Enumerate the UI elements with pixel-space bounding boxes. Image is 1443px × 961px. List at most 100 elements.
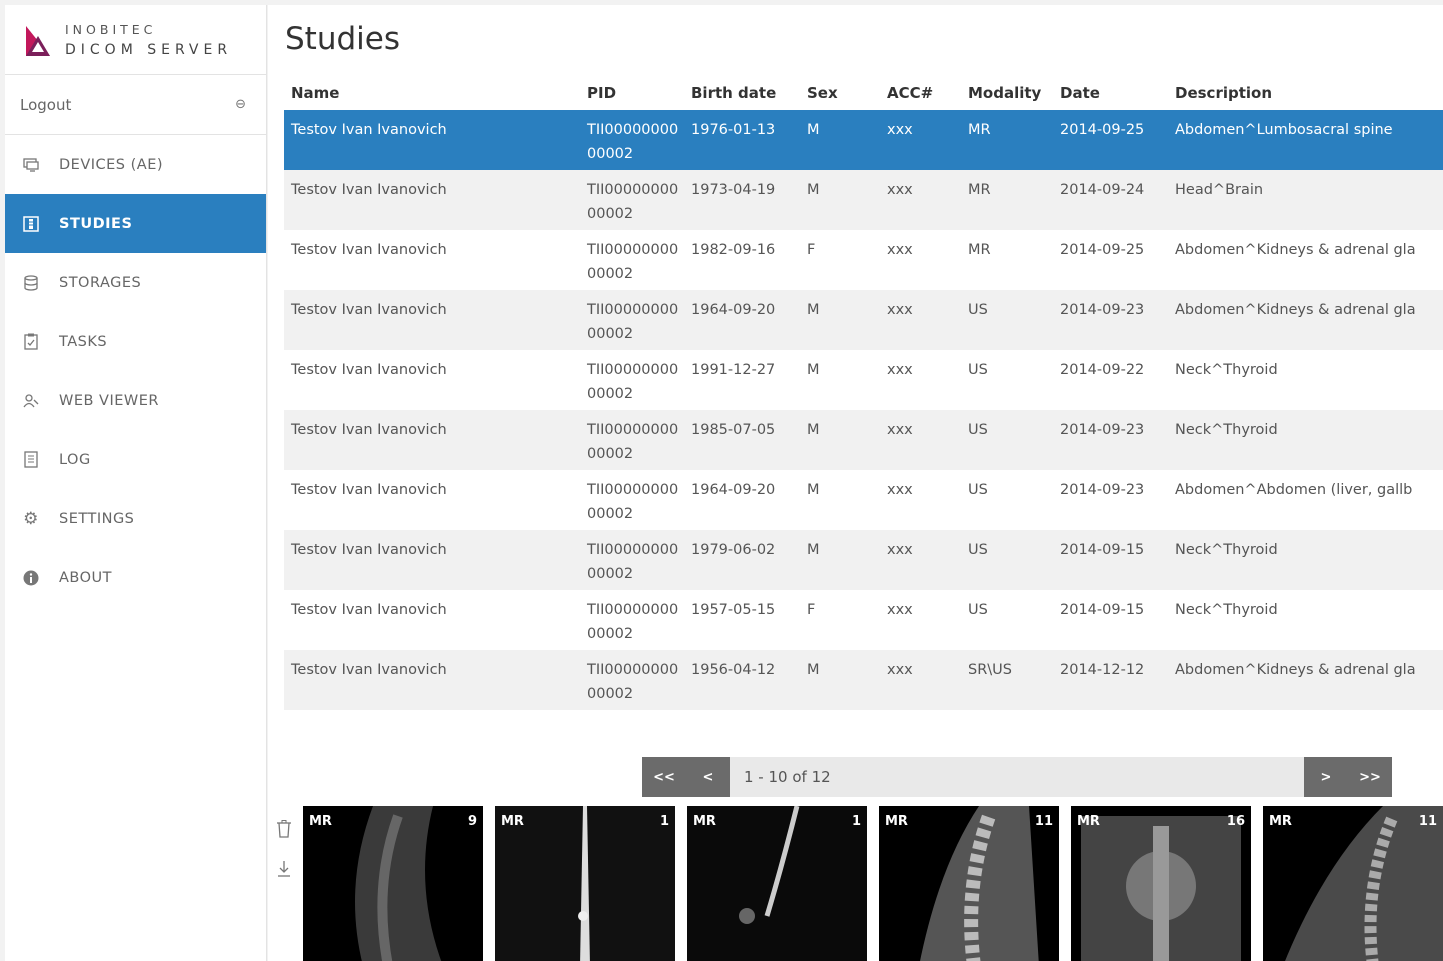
cell-birth-date: 1964-09-20	[684, 290, 800, 350]
table-row[interactable]: Testov Ivan Ivanovich TII0000000000002 197…	[284, 110, 1443, 170]
cell-birth-date: 1979-06-02	[684, 530, 800, 590]
sidebar-item-label: ABOUT	[59, 569, 112, 586]
cell-sex: M	[800, 170, 880, 230]
column-header[interactable]: Name	[284, 75, 580, 110]
last-page-button[interactable]: >>	[1348, 757, 1392, 797]
cell-birth-date: 1973-04-19	[684, 170, 800, 230]
cell-pid: TII0000000000002	[580, 410, 684, 470]
first-page-button[interactable]: <<	[642, 757, 686, 797]
table-row[interactable]: Testov Ivan Ivanovich TII0000000000002 195…	[284, 590, 1443, 650]
cell-pid: TII0000000000002	[587, 482, 679, 522]
series-preview-image	[355, 806, 442, 961]
cell-acc: xxx	[880, 170, 961, 230]
cell-description: Abdomen^Abdomen (liver, gallb	[1175, 482, 1413, 498]
cell-sex: M	[807, 482, 820, 498]
series-image-count: 11	[1418, 814, 1437, 829]
table-row[interactable]: Testov Ivan Ivanovich TII0000000000002 199…	[284, 350, 1443, 410]
cell-sex: M	[807, 362, 820, 378]
cell-description: Neck^Thyroid	[1175, 602, 1278, 618]
column-header[interactable]: Modality	[961, 75, 1053, 110]
cell-description: Neck^Thyroid	[1168, 410, 1443, 470]
cell-pid: TII0000000000002	[587, 362, 679, 402]
cell-acc: xxx	[880, 290, 961, 350]
cell-birth-date: 1957-05-15	[691, 602, 776, 618]
cell-modality: US	[968, 362, 988, 378]
cell-acc: xxx	[880, 110, 961, 170]
brand-line1: INOBITEC	[65, 21, 157, 37]
sidebar-item-label: STUDIES	[59, 215, 133, 232]
series-thumbnail[interactable]: MR 11	[879, 806, 1059, 961]
series-thumbnails: MR 9 MR 1 MR 1 MR 11 MR 16 MR 11	[303, 806, 1443, 961]
studies-icon	[21, 215, 41, 232]
table-header-row: Name PID Birth date Sex ACC# Modality Date Desc…	[284, 75, 1443, 110]
table-row[interactable]: Testov Ivan Ivanovich TII0000000000002 197…	[284, 530, 1443, 590]
table-row[interactable]: Testov Ivan Ivanovich TII0000000000002 196…	[284, 290, 1443, 350]
sidebar-item-web-viewer[interactable]: WEB VIEWER	[5, 371, 266, 430]
cell-modality: MR	[968, 242, 991, 258]
cell-name: Testov Ivan Ivanovich	[284, 170, 580, 230]
series-thumbnail[interactable]: MR 1	[687, 806, 867, 961]
table-row[interactable]: Testov Ivan Ivanovich TII0000000000002 198…	[284, 410, 1443, 470]
next-page-button[interactable]: >	[1304, 757, 1348, 797]
logout-button[interactable]: Logout ⊖	[5, 75, 266, 135]
page-title: Studies	[285, 21, 400, 57]
cell-description: Neck^Thyroid	[1168, 530, 1443, 590]
cell-modality: US	[968, 602, 988, 618]
cell-sex: M	[800, 110, 880, 170]
cell-acc: xxx	[887, 362, 913, 378]
series-preview-image	[1081, 816, 1241, 961]
cell-modality: SR\US	[961, 650, 1053, 710]
table-row[interactable]: Testov Ivan Ivanovich TII0000000000002 198…	[284, 230, 1443, 290]
sidebar-item-tasks[interactable]: TASKS	[5, 312, 266, 371]
series-thumbnail[interactable]: MR 1	[495, 806, 675, 961]
sidebar-item-label: TASKS	[59, 333, 108, 350]
sidebar-item-devices[interactable]: DEVICES (AE)	[5, 135, 266, 194]
series-preview-image	[1285, 806, 1443, 961]
series-image-count: 16	[1226, 814, 1245, 829]
cell-acc: xxx	[887, 602, 913, 618]
cell-acc: xxx	[887, 482, 913, 498]
series-modality: MR	[1269, 814, 1292, 829]
cell-description: Abdomen^Kidneys & adrenal gla	[1175, 242, 1416, 258]
table-row[interactable]: Testov Ivan Ivanovich TII0000000000002 195…	[284, 650, 1443, 710]
pagination: << < 1 - 10 of 12 > >>	[642, 757, 1392, 797]
sidebar-item-label: WEB VIEWER	[59, 392, 159, 409]
sidebar-item-about[interactable]: ABOUT	[5, 548, 266, 607]
database-icon	[21, 274, 41, 291]
trash-icon[interactable]	[276, 820, 296, 842]
column-header[interactable]: Birth date	[684, 75, 800, 110]
cell-birth-date: 1956-04-12	[684, 650, 800, 710]
cell-date: 2014-09-22	[1060, 362, 1145, 378]
download-icon[interactable]	[276, 860, 296, 882]
sidebar-item-storages[interactable]: STORAGES	[5, 253, 266, 312]
sidebar-item-settings[interactable]: ⚙ SETTINGS	[5, 489, 266, 548]
table-row[interactable]: Testov Ivan Ivanovich TII0000000000002 196…	[284, 470, 1443, 530]
column-header[interactable]: PID	[580, 75, 684, 110]
sidebar-item-label: LOG	[59, 451, 91, 468]
series-image-count: 9	[467, 814, 477, 829]
cell-date: 2014-09-15	[1060, 602, 1145, 618]
cell-sex: F	[807, 602, 816, 618]
cell-modality: MR	[961, 170, 1053, 230]
column-header[interactable]: Description	[1168, 75, 1443, 110]
sidebar: INOBITEC DICOM SERVER Logout ⊖ DEVICES (…	[5, 5, 267, 961]
sidebar-item-log[interactable]: LOG	[5, 430, 266, 489]
cell-description: Head^Brain	[1168, 170, 1443, 230]
info-icon	[21, 570, 41, 586]
series-thumbnail[interactable]: MR 11	[1263, 806, 1443, 961]
cell-modality: US	[961, 410, 1053, 470]
table-row[interactable]: Testov Ivan Ivanovich TII0000000000002 197…	[284, 170, 1443, 230]
log-icon	[21, 451, 41, 468]
sidebar-item-studies[interactable]: STUDIES	[5, 194, 266, 253]
prev-page-button[interactable]: <	[686, 757, 730, 797]
column-header[interactable]: Date	[1053, 75, 1168, 110]
cell-pid: TII0000000000002	[580, 650, 684, 710]
cell-name: Testov Ivan Ivanovich	[284, 410, 580, 470]
cell-birth-date: 1985-07-05	[684, 410, 800, 470]
series-thumbnail[interactable]: MR 9	[303, 806, 483, 961]
column-header[interactable]: Sex	[800, 75, 880, 110]
series-thumbnail[interactable]: MR 16	[1071, 806, 1251, 961]
series-modality: MR	[1077, 814, 1100, 829]
page-info: 1 - 10 of 12	[744, 768, 831, 786]
column-header[interactable]: ACC#	[880, 75, 961, 110]
